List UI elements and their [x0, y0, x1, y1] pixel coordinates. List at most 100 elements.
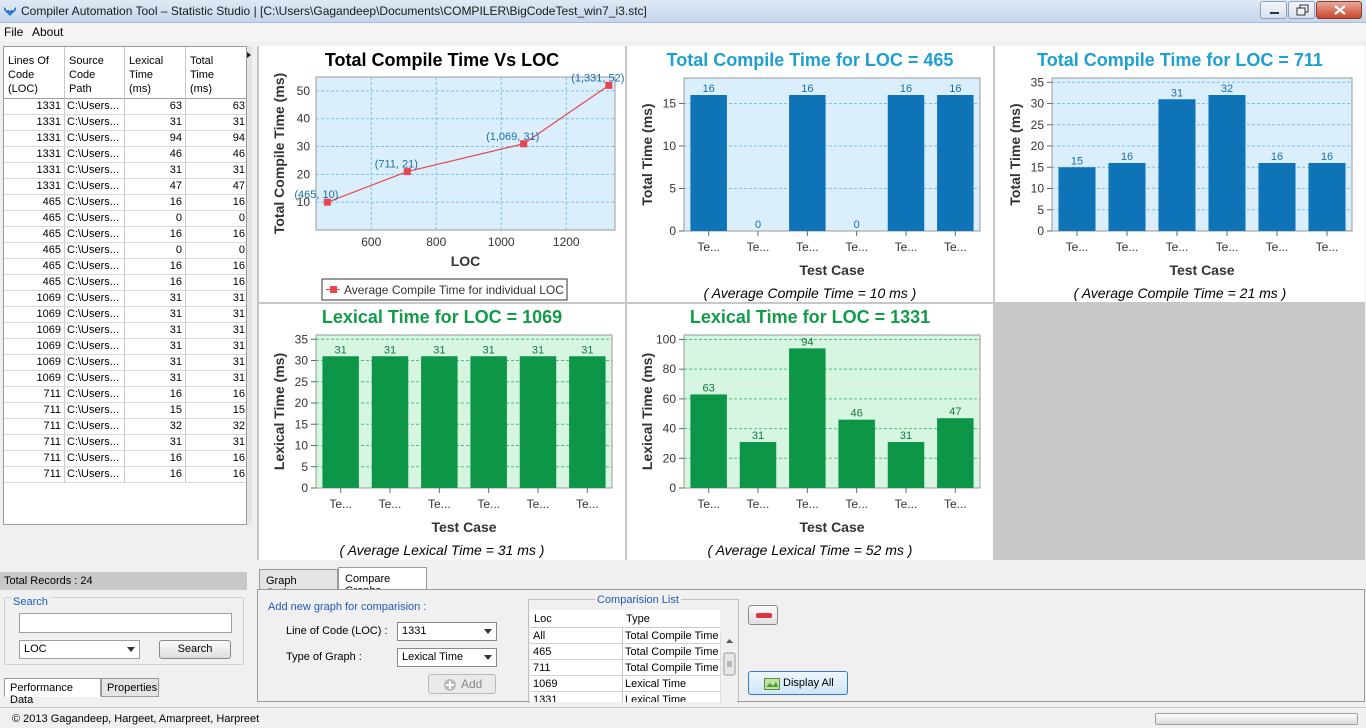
- list-item[interactable]: 711 Total Compile Time: [530, 660, 720, 676]
- table-row[interactable]: 1331 C:\Users... 47 47: [4, 179, 246, 195]
- table-cell: 16: [232, 260, 245, 272]
- comparison-list-group: Comparision List Loc Type All Total Compi…: [528, 594, 739, 703]
- table-row[interactable]: 1331 C:\Users... 31 31: [4, 163, 246, 179]
- column-header-type[interactable]: Type: [626, 610, 650, 628]
- tab-properties[interactable]: Properties: [101, 678, 159, 697]
- tab-compare-graphs[interactable]: Compare Graphs: [338, 567, 427, 597]
- bar: [1108, 163, 1146, 231]
- list-item[interactable]: 465 Total Compile Time: [530, 644, 720, 660]
- data-label: 31: [335, 344, 347, 356]
- bar-chart: 0 5 10 15 20 25 30 35 15 Te... 16 Te... 31 Te... 32 Te.…: [1007, 75, 1353, 278]
- comparison-list-scrollbar[interactable]: [720, 634, 737, 702]
- splitter[interactable]: [247, 46, 252, 525]
- column-header-path[interactable]: Source Code Path: [65, 47, 125, 99]
- y-tick-label: 80: [663, 362, 677, 376]
- list-item[interactable]: 1331 Lexical Time: [530, 692, 720, 702]
- loc-select[interactable]: 1331: [397, 622, 497, 641]
- column-header-total[interactable]: Total Time (ms): [186, 47, 246, 99]
- menu-file[interactable]: File: [4, 25, 23, 39]
- table-cell: 0: [238, 244, 245, 256]
- average-label: ( Average Compile Time = 21 ms ): [1073, 285, 1287, 301]
- table-cell: 711: [4, 467, 65, 482]
- table-cell: C:\Users...: [65, 147, 125, 162]
- menu-about[interactable]: About: [32, 25, 63, 39]
- table-row[interactable]: 1331 C:\Users... 94 94: [4, 131, 246, 147]
- search-field-select[interactable]: LOC: [19, 640, 140, 659]
- maximize-button[interactable]: [1288, 1, 1315, 19]
- table-row[interactable]: 1331 C:\Users... 31 31: [4, 115, 246, 131]
- table-row[interactable]: 711 C:\Users... 16 16: [4, 451, 246, 467]
- chevron-down-icon: [484, 655, 492, 660]
- list-item[interactable]: All Total Compile Time: [530, 628, 720, 644]
- column-header-loc[interactable]: Loc: [534, 610, 552, 628]
- minimize-button[interactable]: [1260, 1, 1287, 19]
- tab-performance-data[interactable]: Performance Data: [4, 678, 101, 706]
- display-all-button[interactable]: Display All: [748, 671, 848, 695]
- table-row[interactable]: 1069 C:\Users... 31 31: [4, 291, 246, 307]
- remove-button[interactable]: [748, 605, 778, 625]
- close-icon: [1334, 5, 1346, 15]
- table-row[interactable]: 1069 C:\Users... 31 31: [4, 371, 246, 387]
- table-row[interactable]: 711 C:\Users... 15 15: [4, 403, 246, 419]
- x-axis-label: LOC: [451, 253, 481, 269]
- x-tick-label: Te...: [747, 497, 770, 511]
- comparison-list-table[interactable]: Loc Type All Total Compile Time 465 Total C…: [530, 610, 720, 702]
- y-tick-label: 20: [663, 451, 677, 465]
- y-tick-label: 0: [1037, 224, 1044, 238]
- table-cell: 15: [125, 403, 186, 418]
- table-row[interactable]: 711 C:\Users... 16 16: [4, 387, 246, 403]
- table-row[interactable]: 711 C:\Users... 16 16: [4, 467, 246, 483]
- performance-data-table[interactable]: Lines Of Code (LOC) Source Code Path Lex…: [3, 46, 247, 525]
- table-row[interactable]: 1069 C:\Users... 31 31: [4, 355, 246, 371]
- graph-type-select[interactable]: Lexical Time: [397, 648, 497, 667]
- x-tick-label: Te...: [845, 240, 868, 254]
- search-input[interactable]: [19, 613, 232, 633]
- table-row[interactable]: 1331 C:\Users... 46 46: [4, 147, 246, 163]
- x-axis-label: Test Case: [1169, 262, 1234, 278]
- bar: [322, 356, 359, 488]
- table-cell: C:\Users...: [65, 179, 125, 194]
- table-cell: C:\Users...: [65, 291, 125, 306]
- table-cell: C:\Users...: [65, 339, 125, 354]
- table-row[interactable]: 1069 C:\Users... 31 31: [4, 323, 246, 339]
- bar-chart: 0 5 10 15 16 Te... 0 Te... 16 Te... 0 Te... 16 Te... 1…: [639, 77, 981, 278]
- x-tick-label: Te...: [697, 240, 720, 254]
- table-row[interactable]: 1069 C:\Users... 31 31: [4, 339, 246, 355]
- table-row[interactable]: 1069 C:\Users... 31 31: [4, 307, 246, 323]
- table-cell: 63: [125, 99, 186, 114]
- column-divider: [622, 628, 623, 644]
- table-cell: 1069: [4, 355, 65, 370]
- title-bar[interactable]: Compiler Automation Tool – Statistic Stu…: [0, 0, 1366, 23]
- table-row[interactable]: 465 C:\Users... 16 16: [4, 275, 246, 291]
- loc-label: Line of Code (LOC) :: [286, 625, 388, 637]
- add-button[interactable]: Add: [428, 674, 496, 694]
- table-cell: 465: [4, 259, 65, 274]
- y-tick-label: 15: [663, 97, 677, 111]
- data-label: 31: [384, 344, 396, 356]
- table-cell: 31: [125, 323, 186, 338]
- table-row[interactable]: 465 C:\Users... 16 16: [4, 195, 246, 211]
- table-row[interactable]: 465 C:\Users... 0 0: [4, 243, 246, 259]
- graph-grid: Total Compile Time Vs LOC 10 20 30 40 50 600 8…: [257, 46, 1365, 560]
- tab-graph-options[interactable]: Graph Options: [259, 569, 338, 599]
- table-row[interactable]: 711 C:\Users... 31 31: [4, 435, 246, 451]
- app-window: Compiler Automation Tool – Statistic Stu…: [0, 0, 1366, 728]
- table-row[interactable]: 465 C:\Users... 16 16: [4, 259, 246, 275]
- table-cell: 16: [232, 276, 245, 288]
- table-cell: 16: [125, 275, 186, 290]
- comparison-list-header: Loc Type: [530, 610, 720, 628]
- table-row[interactable]: 465 C:\Users... 16 16: [4, 227, 246, 243]
- x-tick-label: Te...: [1066, 240, 1089, 254]
- table-row[interactable]: 711 C:\Users... 32 32: [4, 419, 246, 435]
- x-tick-label: Te...: [576, 497, 599, 511]
- table-row[interactable]: 1331 C:\Users... 63 63: [4, 99, 246, 115]
- data-label: 0: [854, 219, 860, 231]
- table-row[interactable]: 465 C:\Users... 0 0: [4, 211, 246, 227]
- column-header-loc[interactable]: Lines Of Code (LOC): [4, 47, 65, 99]
- close-button[interactable]: [1316, 1, 1362, 19]
- bar: [937, 95, 974, 231]
- search-button[interactable]: Search: [159, 640, 231, 659]
- column-header-lexical[interactable]: Lexical Time (ms): [125, 47, 186, 99]
- table-cell: 711: [4, 435, 65, 450]
- list-item[interactable]: 1069 Lexical Time: [530, 676, 720, 692]
